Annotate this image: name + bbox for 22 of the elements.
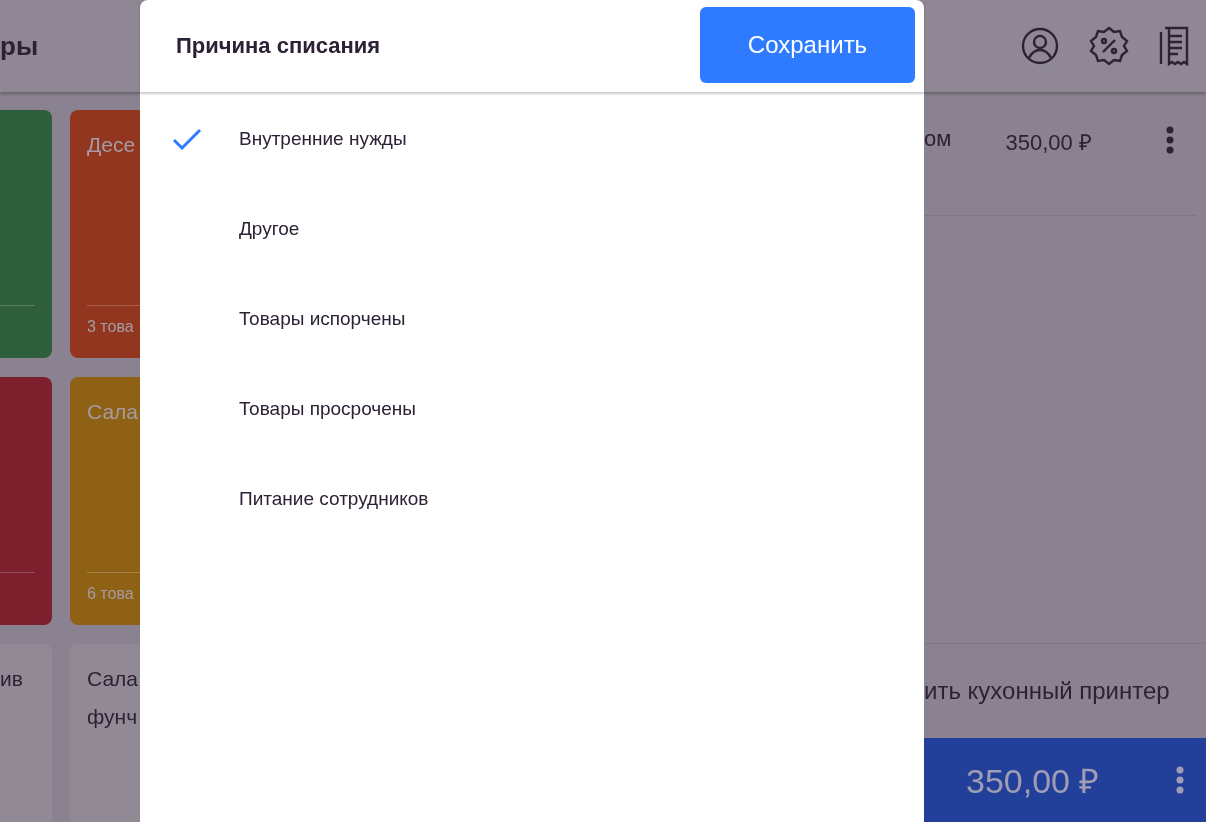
order-item-price: 350,00 ₽ bbox=[1005, 129, 1092, 156]
tile-count: 6 това bbox=[87, 585, 134, 602]
tile-title: Сала bbox=[87, 399, 139, 425]
more-icon[interactable] bbox=[1166, 126, 1174, 154]
more-icon[interactable] bbox=[1176, 766, 1184, 794]
category-tile[interactable] bbox=[0, 377, 52, 625]
tile-title: ив bbox=[0, 666, 24, 692]
order-item-name: ом bbox=[924, 126, 952, 152]
kitchen-printer-action[interactable]: ить кухонный принтер bbox=[924, 677, 1170, 705]
tile-count: 3 това bbox=[87, 318, 134, 335]
total-bar[interactable]: 350,00 ₽ bbox=[924, 738, 1206, 822]
save-button[interactable]: Сохранить bbox=[700, 7, 915, 83]
category-tile[interactable] bbox=[0, 110, 52, 358]
header-title: ры bbox=[0, 30, 39, 62]
category-tile[interactable]: ив bbox=[0, 644, 52, 822]
total-amount: 350,00 ₽ bbox=[966, 761, 1100, 802]
discount-icon[interactable] bbox=[1089, 26, 1129, 66]
tile-title: Десе bbox=[87, 132, 137, 158]
receipt-icon[interactable] bbox=[1159, 26, 1189, 66]
user-icon[interactable] bbox=[1021, 27, 1059, 65]
tile-title: Сала фунч bbox=[87, 666, 139, 730]
dialog-title: Причина списания bbox=[176, 33, 381, 59]
